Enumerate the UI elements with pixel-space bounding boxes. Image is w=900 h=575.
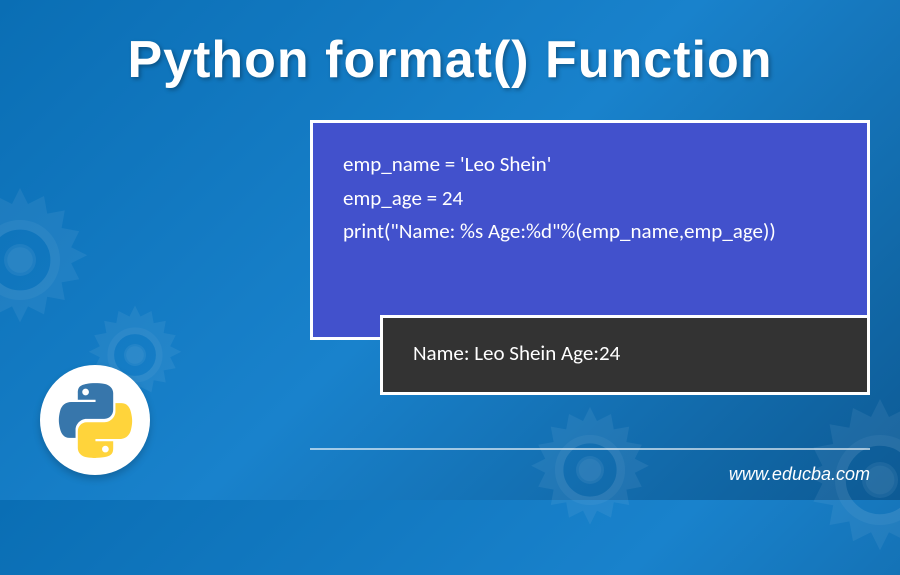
- python-logo-icon: [40, 365, 150, 475]
- code-line: emp_age = 24: [343, 182, 837, 216]
- website-url: www.educba.com: [729, 464, 870, 485]
- gear-icon: [520, 400, 660, 540]
- output-block: Name: Leo Shein Age:24: [380, 315, 870, 395]
- output-text: Name: Leo Shein Age:24: [413, 340, 837, 366]
- divider-line: [310, 448, 870, 450]
- code-line: print("Name: %s Age:%d"%(emp_name,emp_ag…: [343, 215, 837, 249]
- code-example-block: emp_name = 'Leo Shein' emp_age = 24 prin…: [310, 120, 870, 340]
- page-title: Python format() Function: [0, 0, 900, 90]
- code-line: emp_name = 'Leo Shein': [343, 148, 837, 182]
